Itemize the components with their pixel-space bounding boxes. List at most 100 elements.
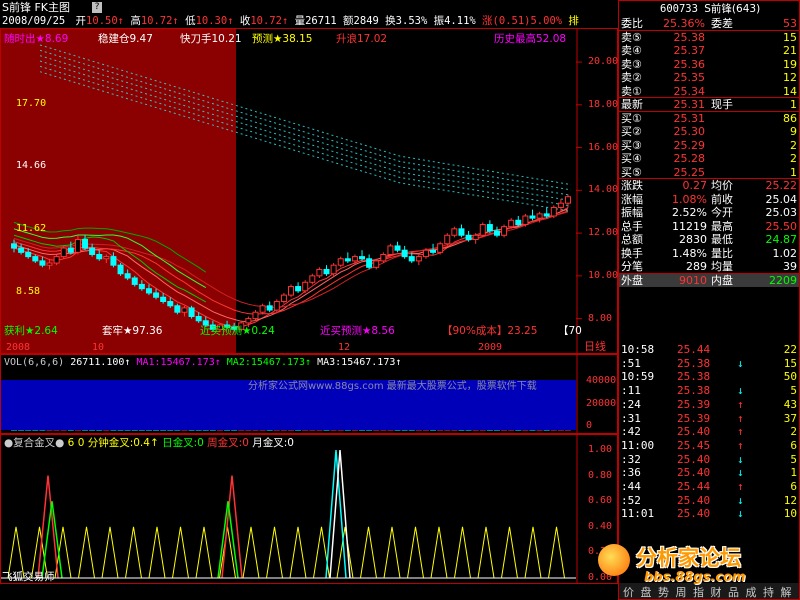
ask-price: 25.37 [673,44,706,57]
tick-vol: 12 [783,493,797,507]
candle-body [89,247,96,255]
order-book: 委比 25.36% 委差 53 卖⑤ 25.38 15 卖④ 25.37 21 卖③ 25.36 19 卖… [619,17,799,342]
tick-price: 25.40 [677,452,711,466]
candle-body [252,311,259,320]
tick-arrow: ↓ [737,507,744,521]
candle-body [493,230,500,236]
last-label: 最新 [621,98,643,111]
quote-divider [619,97,799,98]
candle-body [96,253,103,260]
candle-body [543,213,550,217]
candle-body [74,239,81,253]
candle-body [515,219,522,226]
tick-time: 10:59 [621,370,655,384]
stat-value: 25.22 [765,179,798,192]
stat-row-1: 涨幅 1.08% 前收 25.04 [619,193,799,206]
bid-price: 25.31 [673,111,706,125]
candle-body [145,288,152,294]
stat-label: 量比 [711,246,733,260]
stat-row-3: 总手 11219 最高 25.50 [619,220,799,233]
signal-header-4: 月金叉:0 [252,437,294,449]
tick-vol: 6 [790,438,797,452]
tick-time: :36 [621,466,641,480]
tick-price: 25.45 [677,438,711,452]
tick-row-6: :42 25.40 ↑ 2 [619,425,799,438]
ratio-value: 25.36% [663,17,705,30]
ask-row-0: 卖⑤ 25.38 15 [619,31,799,44]
candle-body [479,224,486,236]
candle-body [273,301,280,311]
candle-body [18,247,25,253]
left-tick-1: 14.66 [16,160,47,171]
stat-value: 25.04 [765,192,798,206]
candle-body [472,234,479,241]
ask-price: 25.34 [673,84,706,98]
tick-row-7: 11:00 25.45 ↑ 6 [619,439,799,452]
indicator-bottom-5: 【70 [558,325,582,337]
resistance-band-0 [39,44,572,186]
stat-value: 11219 [672,219,707,233]
indicator-top-5: 历史最高52.08 [494,33,567,45]
candle-body [110,256,117,266]
bid-label: 买② [621,125,642,138]
candle-body [380,253,387,262]
right-tick-4: 12.00 [588,227,619,239]
stat-label: 最低 [711,233,733,246]
tick-price: 25.39 [677,411,711,425]
stock-code: 600733 [660,3,698,15]
tick-arrow: ↓ [737,466,744,480]
period-label[interactable]: 日线 [584,341,606,353]
tick-price: 25.38 [677,384,711,398]
vol-header-2: MA1:15467.173↑ [136,357,227,368]
candle-body [387,245,394,255]
vol-tick-2: 0 [586,420,593,431]
hand-value: 1 [790,98,797,111]
indicator-top-4: 升浪17.02 [336,33,388,45]
stat-value: 1.48% [672,246,707,260]
x-label-2008: 2008 [6,342,31,353]
ask-price: 25.38 [673,30,706,44]
tick-time: :52 [621,493,641,507]
ask-row-3: 卖② 25.35 12 [619,71,799,84]
signal-header: ●复合金叉● 6 0 分钟金叉:0.4↑ 日金叉:0 周金叉:0 月金叉:0 [4,437,294,449]
tick-time: 11:00 [621,438,655,452]
candle-body [266,305,273,311]
quote-divider [619,110,799,112]
candle-body [259,305,266,313]
x-label-10: 10 [92,342,105,353]
quote-header: 600733 S前锋(643) [660,3,760,15]
tick-price: 25.40 [677,425,711,439]
bid-label: 买① [621,111,642,125]
stat-value: 0.27 [682,179,708,192]
bid-label: 买③ [621,138,642,152]
ask-row-1: 卖④ 25.37 21 [619,44,799,57]
app-name: 飞狐交易师 [2,571,55,583]
tick-vol: 22 [783,343,797,356]
ask-row-2: 卖③ 25.36 19 [619,58,799,71]
tick-row-9: :36 25.40 ↓ 1 [619,466,799,479]
candle-body [245,318,252,324]
candle-body [32,256,39,262]
quote-divider [619,178,799,179]
candle-body [188,307,195,317]
candle-body [501,226,508,236]
candle-body [508,219,515,228]
candle-body [565,196,571,204]
indicator-bottom-0: 获利★2.64 [4,325,58,337]
indicator-bottom-3: 近买预测★8.56 [320,325,395,337]
candle-body [323,268,330,275]
stat-label: 均价 [711,179,733,192]
ask-label: 卖④ [621,44,642,57]
candle-body [422,249,429,258]
ask-label: 卖① [621,84,642,98]
indicator-bottom-1: 套牢★97.36 [102,325,163,337]
ask-row-4: 卖① 25.34 14 [619,85,799,98]
volume-header: VOL(6,6,6) 26711.100↑ MA1:15467.173↑ MA2… [4,357,401,369]
candle-body [458,228,465,236]
last-row: 最新 25.31 现手 1 [619,98,799,111]
signal-tick-1: 0.80 [588,469,613,481]
diff-value: 53 [783,17,797,30]
signal-panel[interactable] [0,434,618,584]
tick-row-8: :32 25.40 ↓ 5 [619,453,799,466]
stat-row-4: 总额 2830 最低 24.87 [619,233,799,246]
